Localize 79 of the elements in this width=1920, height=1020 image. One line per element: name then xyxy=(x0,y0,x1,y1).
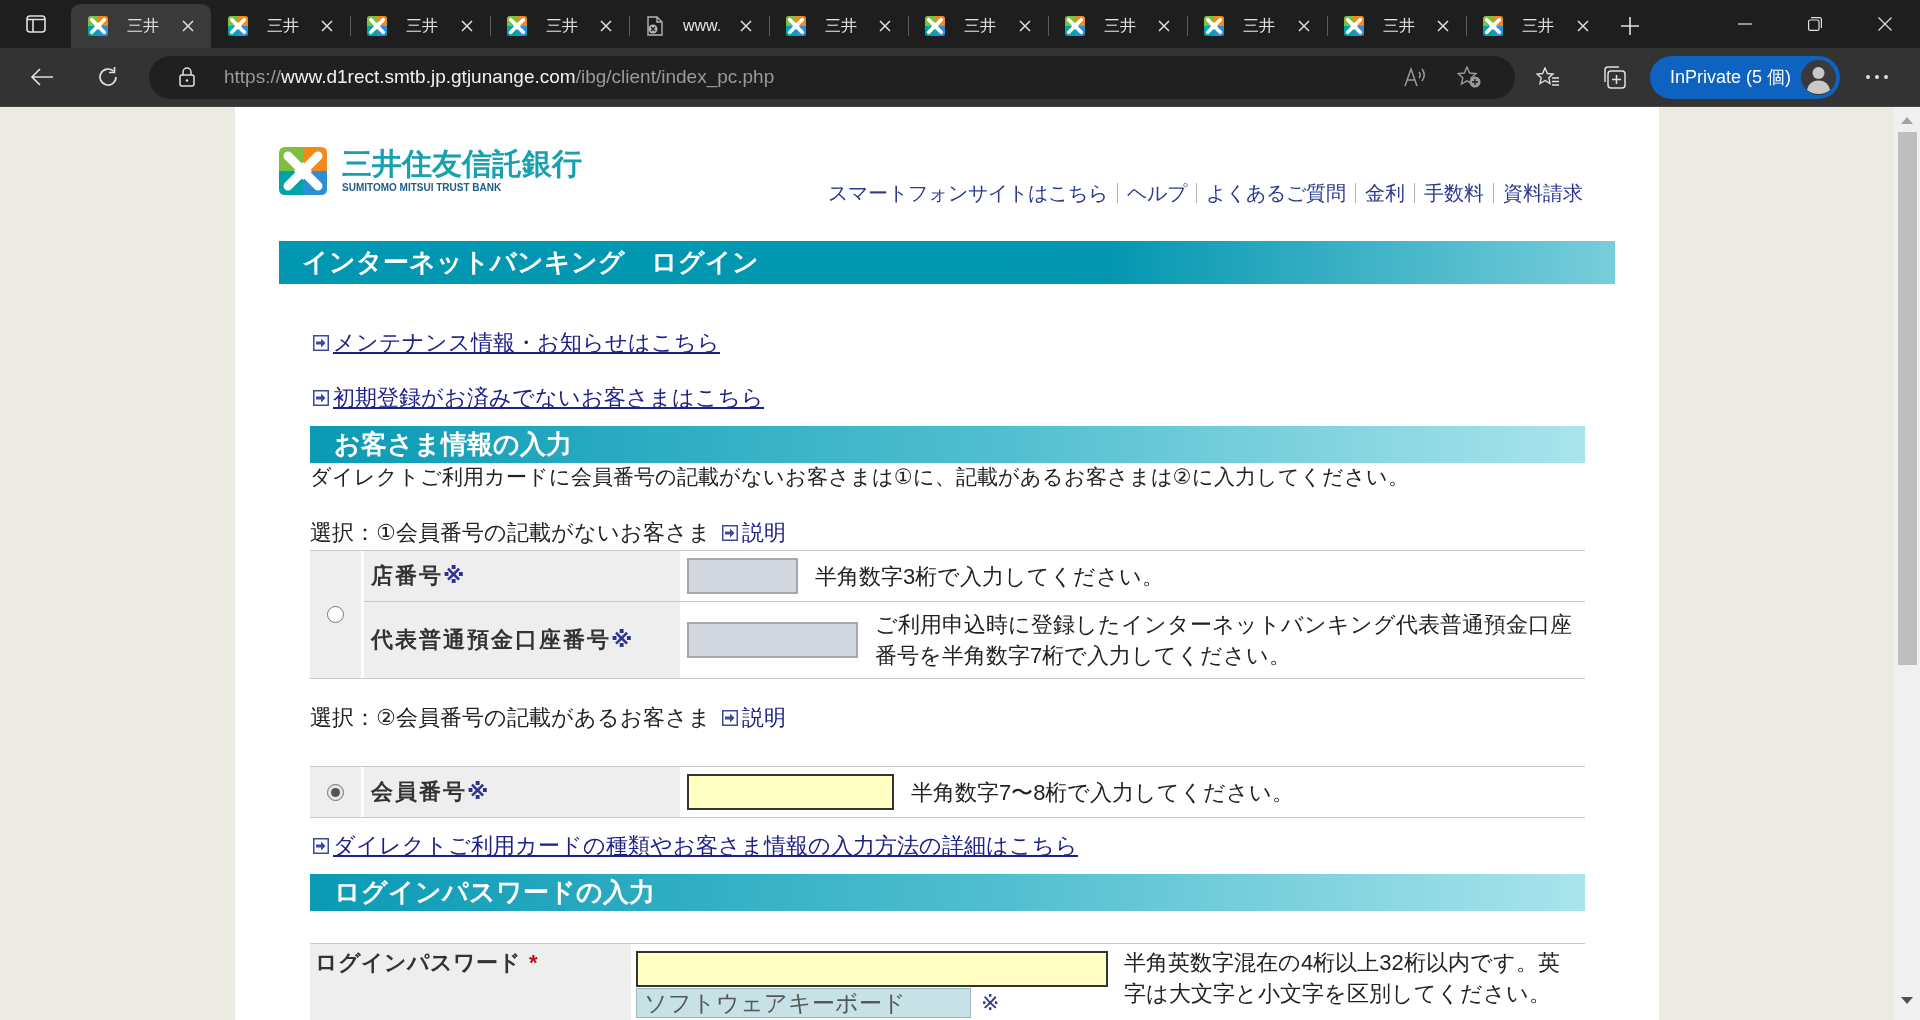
new-tab-icon[interactable] xyxy=(1620,17,1639,35)
favicon-icon xyxy=(925,16,945,36)
favorites-icon[interactable] xyxy=(1536,67,1560,87)
favicon-icon xyxy=(1204,16,1224,36)
favicon-icon xyxy=(785,16,806,36)
link-icon xyxy=(313,390,329,406)
address-bar[interactable]: https://www.d1rect.smtb.jp.gtjunange.com/ibg/client/index_pc.php xyxy=(149,55,1515,99)
more-icon[interactable] xyxy=(1866,75,1888,79)
password-field[interactable] xyxy=(636,951,1108,987)
logo-subtitle: SUMITOMO MITSUI TRUST BANK xyxy=(342,182,503,194)
favicon-icon xyxy=(1483,16,1503,36)
inprivate-button[interactable]: InPrivate (5 個) xyxy=(1650,55,1840,99)
close-icon[interactable] xyxy=(1878,17,1892,31)
close-icon[interactable] xyxy=(1158,20,1170,32)
nav-link[interactable]: 資料請求 xyxy=(1503,180,1583,206)
label-cell: 代表普通預金口座番号※ xyxy=(364,602,680,678)
favicon-icon xyxy=(506,16,527,36)
scrollbar-thumb[interactable] xyxy=(1897,132,1917,665)
label-cell: 店番号※ xyxy=(364,551,680,601)
favicon-icon xyxy=(1343,16,1364,36)
back-arrow-icon[interactable] xyxy=(30,67,54,87)
hint-text: 半角数字3桁で入力してください。 xyxy=(815,562,1165,591)
close-icon[interactable] xyxy=(879,20,891,32)
nav-link[interactable]: スマートフォンサイトはこちら xyxy=(828,180,1108,206)
close-icon[interactable] xyxy=(460,20,473,32)
link-icon xyxy=(313,838,329,854)
link-icon xyxy=(313,335,329,351)
close-icon[interactable] xyxy=(181,20,194,32)
hint-text: 半角英数字混在の4桁以上32桁以内です。英字は大文字と小文字を区別してください。 xyxy=(1124,949,1561,1008)
software-keyboard-button[interactable]: ソフトウェアキーボード xyxy=(636,988,971,1018)
favicon-icon xyxy=(1064,16,1085,36)
link-icon xyxy=(721,525,738,541)
close-icon[interactable] xyxy=(600,20,612,32)
close-icon[interactable] xyxy=(321,20,333,32)
link-icon xyxy=(721,710,738,726)
tab-actions-icon[interactable] xyxy=(25,15,46,33)
favicon-icon xyxy=(367,16,387,36)
explain-link[interactable]: 説明 xyxy=(718,519,786,547)
hint-text: 半角数字7〜8桁で入力してください。 xyxy=(911,778,1295,807)
input-field[interactable] xyxy=(687,774,894,810)
radio-button[interactable] xyxy=(327,783,344,801)
label-cell: 会員番号※ xyxy=(364,767,680,817)
detail-link[interactable]: ダイレクトご利用カードの種類やお客さま情報の入力方法の詳細はこちら xyxy=(310,832,1078,860)
close-icon[interactable] xyxy=(1018,20,1031,32)
page-error-icon xyxy=(646,16,664,36)
notice-link[interactable]: メンテナンス情報・お知らせはこちら xyxy=(310,329,720,357)
section-header: お客さま情報の入力 xyxy=(310,426,1585,463)
star-add-icon[interactable] xyxy=(1457,66,1481,88)
explain-link[interactable]: 説明 xyxy=(718,704,786,732)
nav-link[interactable]: 金利 xyxy=(1365,180,1405,206)
nav-link[interactable]: 手数料 xyxy=(1424,180,1484,206)
refresh-icon[interactable] xyxy=(97,66,119,88)
page-title: インターネットバンキング ログイン xyxy=(279,241,1615,284)
lock-icon[interactable] xyxy=(179,67,195,87)
option-heading: 選択：①会員番号の記載がないお客さま xyxy=(310,519,711,547)
notice-link[interactable]: 初期登録がお済みでないお客さまはこちら xyxy=(310,384,764,412)
close-icon[interactable] xyxy=(1437,20,1449,32)
label-cell: ログインパスワード * xyxy=(310,944,631,1020)
collections-icon[interactable] xyxy=(1602,65,1626,89)
avatar-icon xyxy=(1801,59,1836,95)
close-icon[interactable] xyxy=(1297,20,1310,32)
favicon-icon xyxy=(227,16,248,36)
section-header: ログインパスワードの入力 xyxy=(310,874,1585,911)
nav-link[interactable]: ヘルプ xyxy=(1127,180,1187,206)
read-aloud-icon[interactable] xyxy=(1404,67,1428,87)
close-icon[interactable] xyxy=(1576,20,1589,32)
radio-button[interactable] xyxy=(327,606,344,623)
close-icon[interactable] xyxy=(739,20,752,32)
restore-icon[interactable] xyxy=(1808,17,1822,31)
hint-text: ご利用申込時に登録したインターネットバンキング代表普通預金口座番号を半角数字7桁で入力してください。 xyxy=(875,611,1573,670)
note-mark: ※ xyxy=(981,990,1000,1016)
scroll-down-icon[interactable] xyxy=(1901,997,1913,1004)
option-heading: 選択：②会員番号の記載があるお客さま xyxy=(310,704,711,732)
logo-text: 三井住友信託銀行 xyxy=(342,148,582,180)
instruction-text: ダイレクトご利用カードに会員番号の記載がないお客さまは①に、記載があるお客さまは②に入力してください。 xyxy=(310,464,1410,490)
logo-icon xyxy=(279,147,327,195)
nav-link[interactable]: よくあるご質問 xyxy=(1206,180,1346,206)
browser-tab[interactable]: 三井 xyxy=(71,4,211,48)
favicon-icon xyxy=(88,16,108,36)
